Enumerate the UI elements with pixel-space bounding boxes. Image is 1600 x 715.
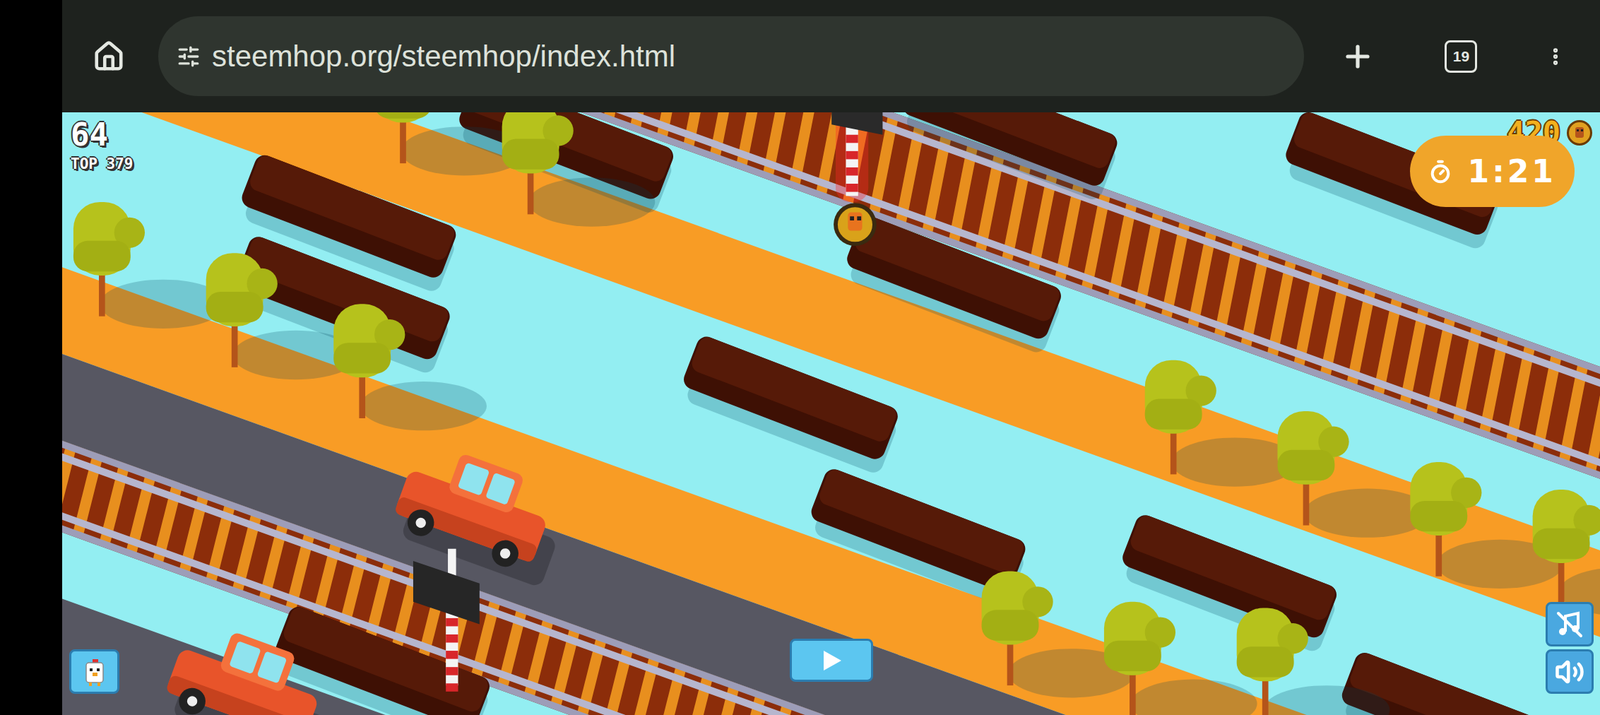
top-score: TOP 379 — [70, 156, 134, 173]
tree — [1236, 607, 1391, 715]
tree — [1532, 489, 1600, 616]
crossing-sign-bottom — [413, 548, 480, 692]
log — [895, 112, 1124, 203]
site-settings-icon[interactable] — [176, 44, 201, 69]
browser-toolbar: steemhop.org/steemhop/index.html 19 — [62, 0, 1600, 113]
timer: 1:21 — [1409, 135, 1575, 207]
play-icon — [819, 648, 844, 673]
tree — [73, 202, 227, 329]
stopwatch-icon — [1428, 159, 1453, 184]
score-panel: 64 TOP 379 — [70, 119, 134, 173]
sound-toggle[interactable] — [1545, 649, 1594, 694]
tree — [502, 112, 656, 227]
game-canvas[interactable] — [62, 112, 1600, 715]
plus-icon — [1340, 39, 1375, 74]
menu-button[interactable] — [1544, 36, 1567, 77]
tree — [1145, 360, 1299, 487]
home-icon — [92, 40, 126, 73]
crossing-sign-top — [831, 112, 883, 203]
toolbar-actions: 19 — [1304, 36, 1600, 77]
player-coin-icon — [833, 202, 877, 246]
tree — [1277, 411, 1432, 538]
coin-icon — [1566, 119, 1593, 147]
timer-text: 1:21 — [1467, 153, 1557, 190]
home-button[interactable] — [89, 36, 129, 77]
game-area[interactable]: 64TOP 3794201:21 — [62, 112, 1600, 715]
chicken-icon — [79, 656, 111, 688]
browser-window: steemhop.org/steemhop/index.html 19 64 TOP … — [62, 0, 1600, 715]
speaker-icon — [1554, 656, 1585, 687]
more-icon — [1544, 40, 1567, 73]
music-off-icon — [1554, 608, 1586, 640]
new-tab-button[interactable] — [1337, 36, 1378, 77]
road — [62, 576, 1600, 715]
score: 64 — [70, 119, 134, 151]
road — [62, 331, 1600, 715]
url-text: steemhop.org/steemhop/index.html — [211, 39, 676, 74]
screen: steemhop.org/steemhop/index.html 19 64 TOP … — [0, 0, 1600, 715]
car — [158, 616, 347, 715]
play-button[interactable] — [789, 638, 874, 682]
tab-switcher[interactable]: 19 — [1444, 40, 1478, 73]
log — [1114, 512, 1343, 654]
tree — [333, 303, 487, 431]
music-toggle[interactable] — [1545, 601, 1594, 647]
left-edge — [0, 0, 63, 715]
address-bar[interactable]: steemhop.org/steemhop/index.html — [158, 16, 1305, 97]
tree — [1104, 601, 1258, 715]
character-button[interactable] — [69, 649, 120, 694]
log — [676, 333, 904, 475]
